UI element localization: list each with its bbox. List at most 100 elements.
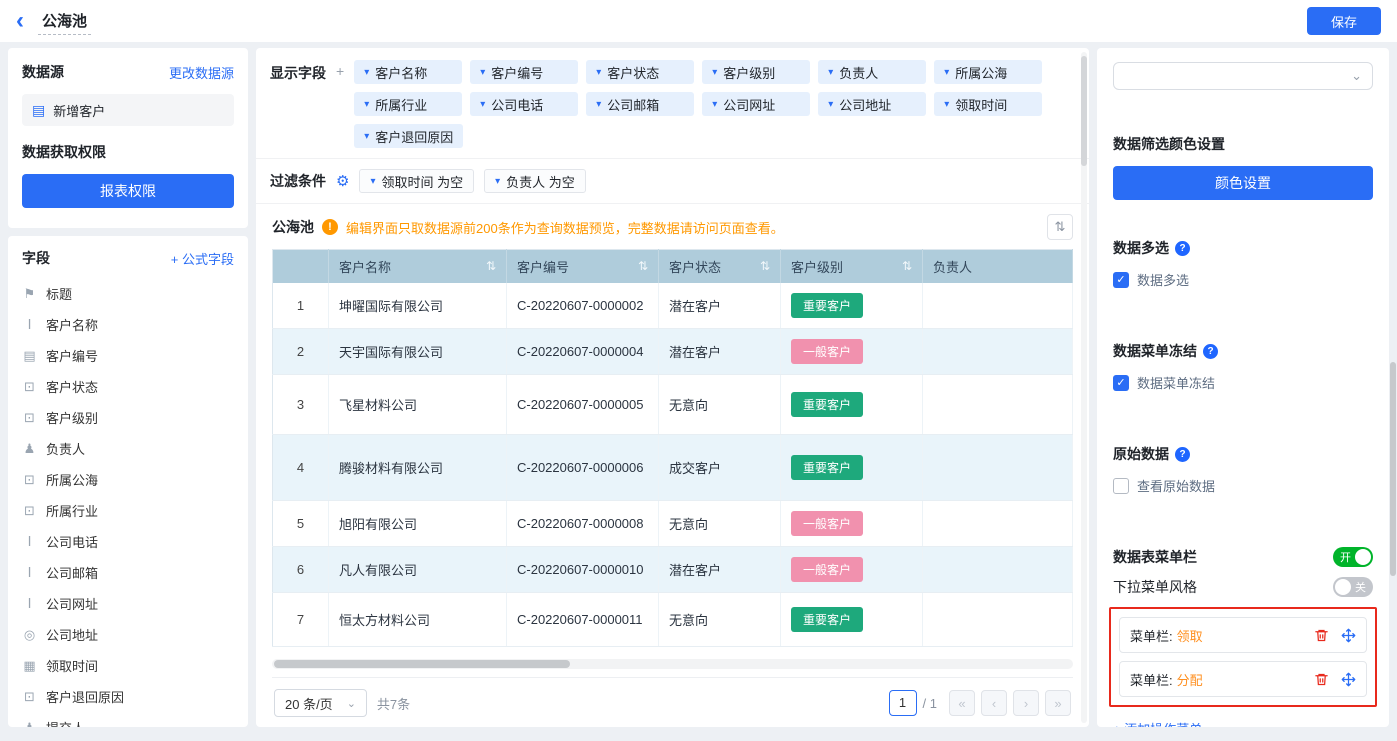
filter-chip-label: 负责人 为空 xyxy=(506,172,575,191)
color-settings-button[interactable]: 颜色设置 xyxy=(1113,166,1373,200)
window-scrollbar-thumb[interactable] xyxy=(1390,362,1396,576)
field-item[interactable]: Ⅰ 公司邮箱 xyxy=(22,557,234,588)
move-icon[interactable] xyxy=(1341,672,1356,687)
display-field-chip[interactable]: ▾ 所属公海 xyxy=(934,60,1042,84)
horizontal-scrollbar[interactable] xyxy=(272,659,1073,669)
multi-select-checkbox-row[interactable]: ✓ 数据多选 xyxy=(1113,270,1373,289)
display-field-chip[interactable]: ▾ 公司邮箱 xyxy=(586,92,694,116)
field-item[interactable]: ⚑ 标题 xyxy=(22,278,234,309)
column-header[interactable]: 客户级别 ⇅ xyxy=(781,250,923,283)
dropdown-style-toggle[interactable]: 关 xyxy=(1333,577,1373,597)
display-field-chip[interactable]: ▾ 公司地址 xyxy=(818,92,926,116)
next-page-button[interactable]: › xyxy=(1013,690,1039,716)
column-header[interactable]: 客户状态 ⇅ xyxy=(659,250,781,283)
freeze-title: 数据菜单冻结 xyxy=(1113,341,1197,361)
field-item[interactable]: ▤ 客户编号 xyxy=(22,340,234,371)
settings-select[interactable]: ⌄ xyxy=(1113,62,1373,90)
add-action-menu-link[interactable]: + 添加操作菜单 xyxy=(1113,719,1373,727)
trash-icon[interactable] xyxy=(1314,628,1329,643)
checkbox-checked-icon[interactable]: ✓ xyxy=(1113,272,1129,288)
field-item[interactable]: Ⅰ 公司网址 xyxy=(22,588,234,619)
table-row[interactable]: 6 凡人有限公司 C-20220607-0000010 潜在客户 一般客户 xyxy=(273,547,1073,593)
menu-item-value[interactable]: 领取 xyxy=(1177,626,1203,645)
add-field-icon[interactable]: + xyxy=(336,60,344,148)
filter-chip[interactable]: ▾ 负责人 为空 xyxy=(484,169,586,193)
help-icon[interactable]: ? xyxy=(1203,344,1218,359)
column-header[interactable]: 负责人 ⇅ xyxy=(923,250,1073,283)
display-field-chip[interactable]: ▾ 客户状态 xyxy=(586,60,694,84)
help-icon[interactable]: ? xyxy=(1175,447,1190,462)
formula-field-link[interactable]: + 公式字段 xyxy=(171,249,234,268)
display-field-chip[interactable]: ▾ 客户名称 xyxy=(354,60,462,84)
field-item[interactable]: ♟ 负责人 xyxy=(22,433,234,464)
help-icon[interactable]: ? xyxy=(1175,241,1190,256)
trash-icon[interactable] xyxy=(1314,672,1329,687)
sort-icon[interactable]: ⇅ xyxy=(760,259,770,273)
menu-bar-item[interactable]: 菜单栏: 领取 xyxy=(1119,617,1367,653)
panel-scrollbar[interactable] xyxy=(1081,52,1087,723)
field-item[interactable]: ⊡ 客户退回原因 xyxy=(22,681,234,712)
display-field-chip[interactable]: ▾ 客户退回原因 xyxy=(354,124,463,148)
column-header[interactable]: 客户名称 ⇅ xyxy=(329,250,507,283)
display-field-chip[interactable]: ▾ 所属行业 xyxy=(354,92,462,116)
table-row[interactable]: 7 恒太方材料公司 C-20220607-0000011 无意向 重要客户 xyxy=(273,593,1073,647)
row-index: 3 xyxy=(273,375,329,435)
field-item[interactable]: ⊡ 客户级别 xyxy=(22,402,234,433)
page-size-select[interactable]: 20 条/页 ⌄ xyxy=(274,689,367,717)
table-row[interactable]: 4 腾骏材料有限公司 C-20220607-0000006 成交客户 重要客户 xyxy=(273,435,1073,501)
display-field-chip[interactable]: ▾ 公司网址 xyxy=(702,92,810,116)
prev-page-button[interactable]: ‹ xyxy=(981,690,1007,716)
field-item[interactable]: ⊡ 所属行业 xyxy=(22,495,234,526)
first-page-button[interactable]: « xyxy=(949,690,975,716)
display-field-chip[interactable]: ▾ 负责人 xyxy=(818,60,926,84)
horizontal-scrollbar-thumb[interactable] xyxy=(274,660,570,668)
table-row[interactable]: 1 坤曜国际有限公司 C-20220607-0000002 潜在客户 重要客户 xyxy=(273,283,1073,329)
display-field-chip[interactable]: ▾ 领取时间 xyxy=(934,92,1042,116)
datasource-item[interactable]: ▤ 新增客户 xyxy=(22,94,234,126)
save-button[interactable]: 保存 xyxy=(1307,7,1381,35)
panel-scrollbar-thumb[interactable] xyxy=(1081,56,1087,166)
field-item[interactable]: Ⅰ 客户名称 xyxy=(22,309,234,340)
display-field-chip[interactable]: ▾ 客户编号 xyxy=(470,60,578,84)
top-bar: ‹ 公海池 保存 xyxy=(0,0,1397,42)
display-field-chip[interactable]: ▾ 公司电话 xyxy=(470,92,578,116)
menu-item-value[interactable]: 分配 xyxy=(1177,670,1203,689)
field-item[interactable]: ▦ 领取时间 xyxy=(22,650,234,681)
table-sort-button[interactable]: ⇅ xyxy=(1047,214,1073,240)
checkbox-unchecked-icon[interactable] xyxy=(1113,478,1129,494)
filter-chip[interactable]: ▾ 领取时间 为空 xyxy=(359,169,474,193)
page-title[interactable]: 公海池 xyxy=(38,8,91,35)
table-row[interactable]: 5 旭阳有限公司 C-20220607-0000008 无意向 一般客户 xyxy=(273,501,1073,547)
raw-data-title: 原始数据 xyxy=(1113,444,1169,464)
field-item[interactable]: Ⅰ 公司电话 xyxy=(22,526,234,557)
raw-data-checkbox-row[interactable]: 查看原始数据 xyxy=(1113,476,1373,495)
table-header-row: 客户名称 ⇅ 客户编号 ⇅ xyxy=(273,250,1073,283)
sort-icon[interactable]: ⇅ xyxy=(638,259,648,273)
freeze-checkbox-row[interactable]: ✓ 数据菜单冻结 xyxy=(1113,373,1373,392)
field-label: 客户退回原因 xyxy=(46,687,124,706)
select-field-icon: ⊡ xyxy=(22,472,37,488)
table-row[interactable]: 2 天宇国际有限公司 C-20220607-0000004 潜在客户 一般客户 xyxy=(273,329,1073,375)
field-item[interactable]: ⊡ 所属公海 xyxy=(22,464,234,495)
change-datasource-link[interactable]: 更改数据源 xyxy=(169,63,234,82)
field-item[interactable]: ⊡ 客户状态 xyxy=(22,371,234,402)
window-scrollbar[interactable] xyxy=(1390,0,1396,741)
sort-icon[interactable]: ⇅ xyxy=(486,259,496,273)
checkbox-checked-icon[interactable]: ✓ xyxy=(1113,375,1129,391)
table-row[interactable]: 3 飞星材料公司 C-20220607-0000005 无意向 重要客户 xyxy=(273,375,1073,435)
sort-icon[interactable]: ⇅ xyxy=(902,259,912,273)
display-field-chip[interactable]: ▾ 客户级别 xyxy=(702,60,810,84)
column-header[interactable]: 客户编号 ⇅ xyxy=(507,250,659,283)
menubar-toggle[interactable]: 开 xyxy=(1333,547,1373,567)
person-field-icon: ♟ xyxy=(22,441,37,457)
last-page-button[interactable]: » xyxy=(1045,690,1071,716)
move-icon[interactable] xyxy=(1341,628,1356,643)
field-item[interactable]: ♟ 提交人 xyxy=(22,712,234,727)
toggle-on-label: 开 xyxy=(1340,549,1351,565)
back-icon[interactable]: ‹ xyxy=(16,9,24,33)
current-page-input[interactable]: 1 xyxy=(889,690,917,716)
report-permission-button[interactable]: 报表权限 xyxy=(22,174,234,208)
menu-bar-item[interactable]: 菜单栏: 分配 xyxy=(1119,661,1367,697)
field-item[interactable]: ◎ 公司地址 xyxy=(22,619,234,650)
gear-icon[interactable]: ⚙ xyxy=(336,172,349,190)
